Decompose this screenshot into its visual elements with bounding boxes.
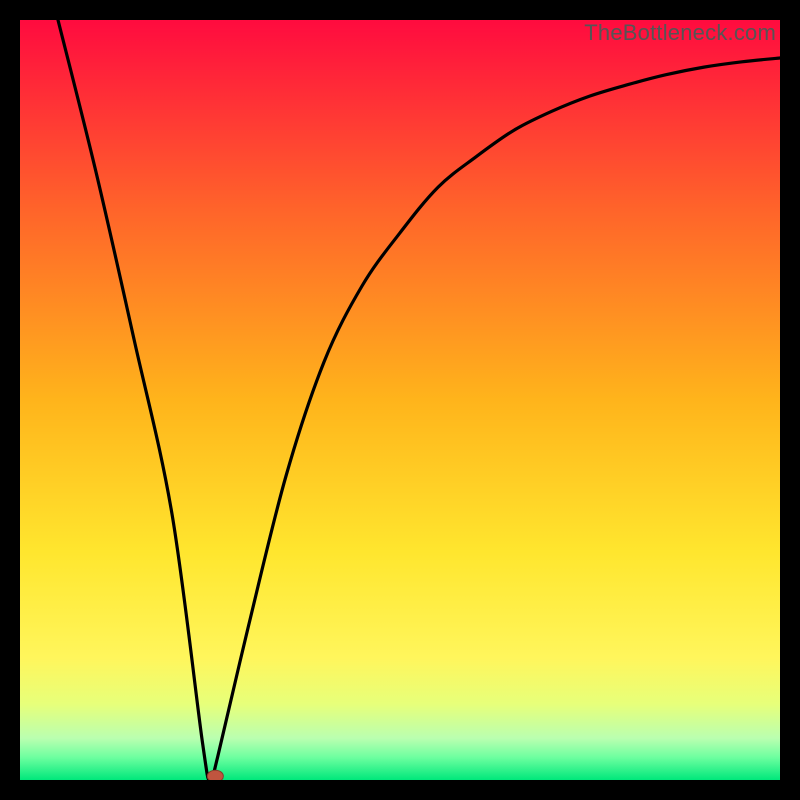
gradient-bg: [20, 20, 780, 780]
optimum-marker: [207, 770, 223, 780]
watermark-text: TheBottleneck.com: [584, 20, 776, 46]
chart-plot: [20, 20, 780, 780]
chart-frame: TheBottleneck.com: [20, 20, 780, 780]
